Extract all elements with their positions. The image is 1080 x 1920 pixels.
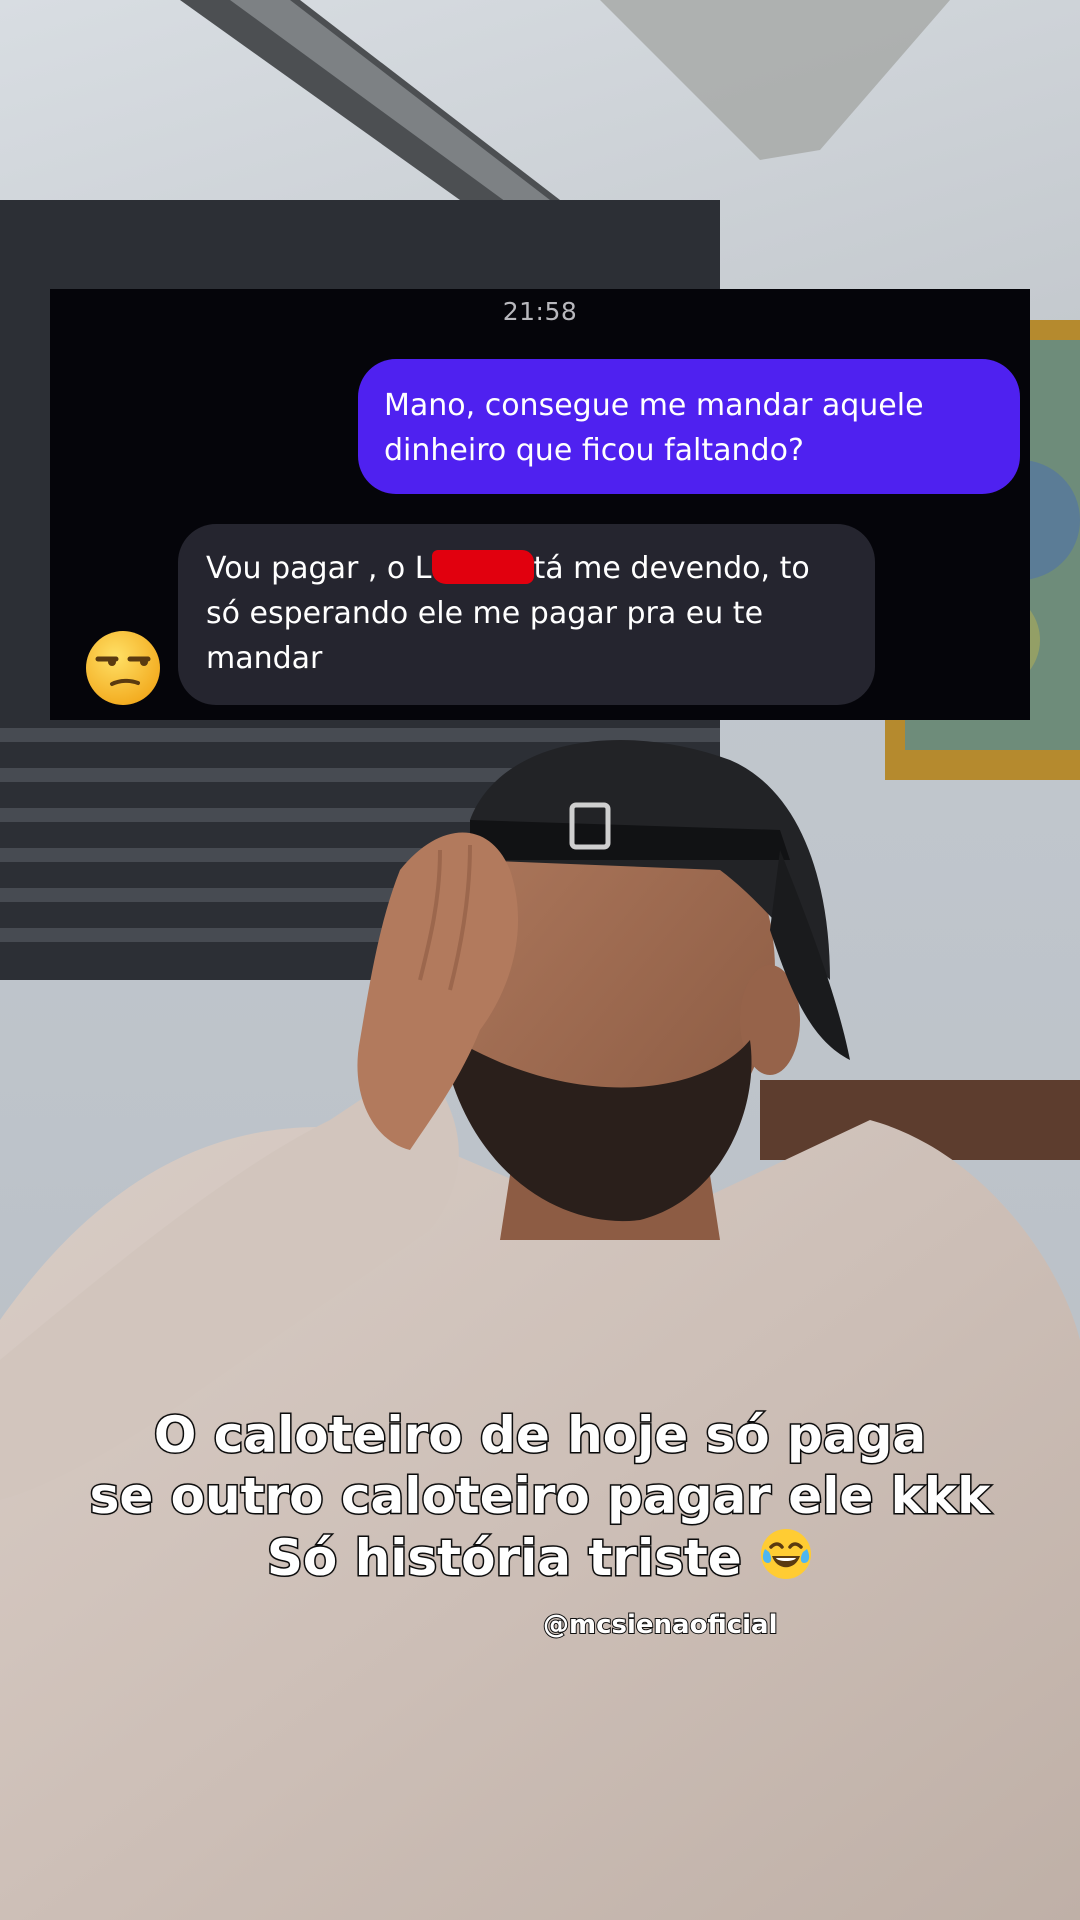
- unamused-face-icon: [84, 629, 162, 707]
- chat-screenshot: 21:58 Mano, consegue me mandar aquele di…: [50, 289, 1030, 720]
- received-message-bubble: Vou pagar , o Ltá me devendo, to só espe…: [178, 524, 875, 705]
- face-with-tears-of-joy-icon: [759, 1527, 813, 1581]
- caption-line-1: O caloteiro de hoje só paga: [152, 1405, 927, 1466]
- caption-line-2: se outro caloteiro pagar ele kkk: [88, 1466, 992, 1527]
- background-photo: [0, 0, 1080, 1920]
- sent-message-text: Mano, consegue me mandar aquele dinheiro…: [384, 388, 924, 468]
- redaction-mark: [431, 550, 534, 584]
- caption-line-3-wrapper: Só história triste: [0, 1527, 1080, 1589]
- sent-message-bubble: Mano, consegue me mandar aquele dinheiro…: [358, 359, 1020, 494]
- creator-handle: @mcsienaoficial: [542, 1609, 778, 1641]
- received-message-text-start: Vou pagar , o L: [206, 551, 432, 586]
- message-timestamp: 21:58: [502, 297, 578, 326]
- caption-line-3: Só história triste: [265, 1528, 743, 1589]
- video-caption: O caloteiro de hoje só paga se outro cal…: [0, 1405, 1080, 1589]
